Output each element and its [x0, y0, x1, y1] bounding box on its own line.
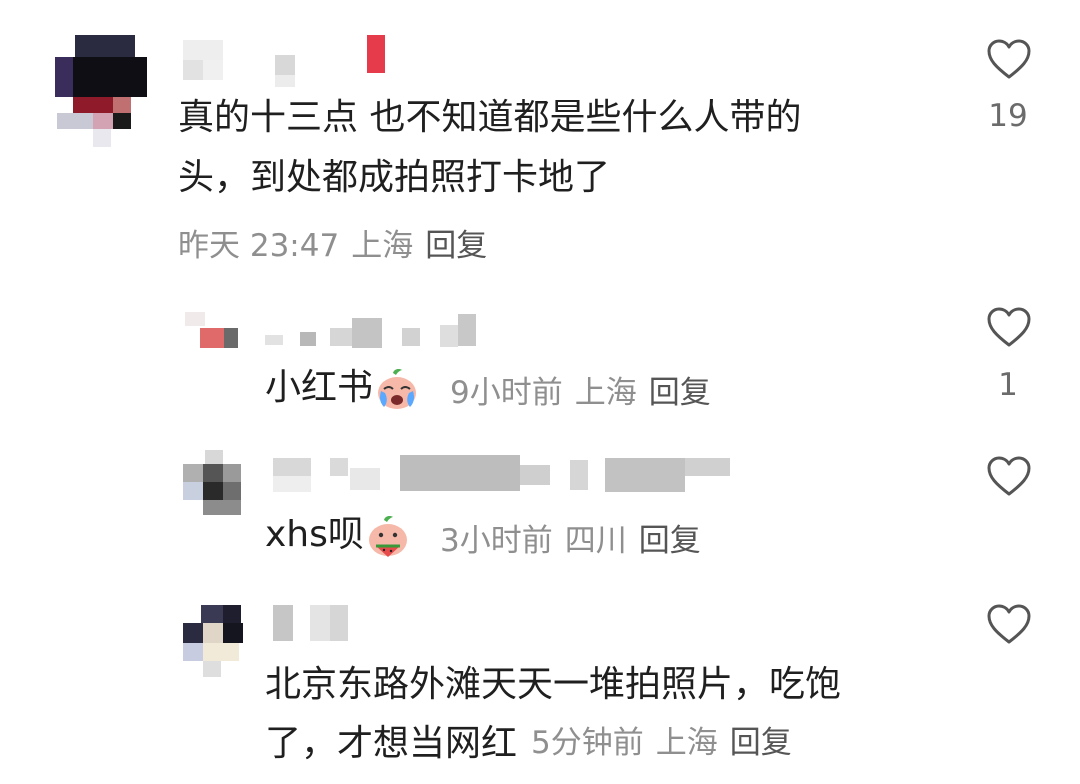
heart-outline-icon[interactable] [986, 38, 1032, 80]
heart-outline-icon[interactable] [986, 306, 1032, 348]
comment-text-line-2: 头，到处都成拍照打卡地了 [178, 157, 611, 198]
comment-meta: 3小时前 四川 回复 [440, 515, 713, 560]
comment-meta: 9小时前 上海 回复 [450, 367, 723, 412]
comment-text-line-1: 真的十三点 也不知道都是些什么人带的 [178, 97, 802, 138]
comment-text-content: xhs呗 [265, 514, 364, 555]
comment-text-content: 了，才想当网红 [265, 723, 518, 764]
reply-button[interactable]: 回复 [649, 375, 711, 411]
avatar[interactable] [183, 450, 253, 515]
location: 上海 [574, 375, 637, 411]
location: 上海 [351, 228, 414, 264]
comment-text: 小红书 [265, 358, 421, 418]
comment-text-content: 小红书 [265, 367, 374, 408]
timestamp: 5分钟前 [531, 725, 644, 761]
reply-button[interactable]: 回复 [639, 523, 701, 559]
avatar[interactable] [55, 35, 150, 147]
reply-button[interactable]: 回复 [730, 725, 792, 761]
timestamp: 昨天 23:47 [178, 228, 340, 264]
location: 四川 [564, 523, 627, 559]
crying-peach-emoji [378, 369, 417, 409]
comment-text: xhs呗 [265, 505, 412, 565]
peach-eating-watermelon-emoji [368, 516, 407, 557]
reply-button[interactable]: 回复 [425, 228, 487, 264]
location: 上海 [655, 725, 718, 761]
comment-meta: 昨天 23:47 上海 回复 [178, 220, 499, 265]
heart-outline-icon[interactable] [986, 455, 1032, 497]
heart-outline-icon[interactable] [986, 603, 1032, 645]
comment-text-line-1: 北京东路外滩天天一堆拍照片，吃饱 [265, 664, 842, 705]
timestamp: 3小时前 [440, 523, 553, 559]
avatar[interactable] [185, 312, 245, 357]
avatar[interactable] [183, 605, 258, 677]
like-count: 1 [998, 367, 1018, 403]
like-count: 19 [988, 98, 1028, 134]
timestamp: 9小时前 [450, 375, 563, 411]
comment-meta: 5分钟前 上海 回复 [531, 725, 804, 761]
comment-text-line-2: 了，才想当网红 5分钟前 上海 回复 [265, 714, 792, 775]
